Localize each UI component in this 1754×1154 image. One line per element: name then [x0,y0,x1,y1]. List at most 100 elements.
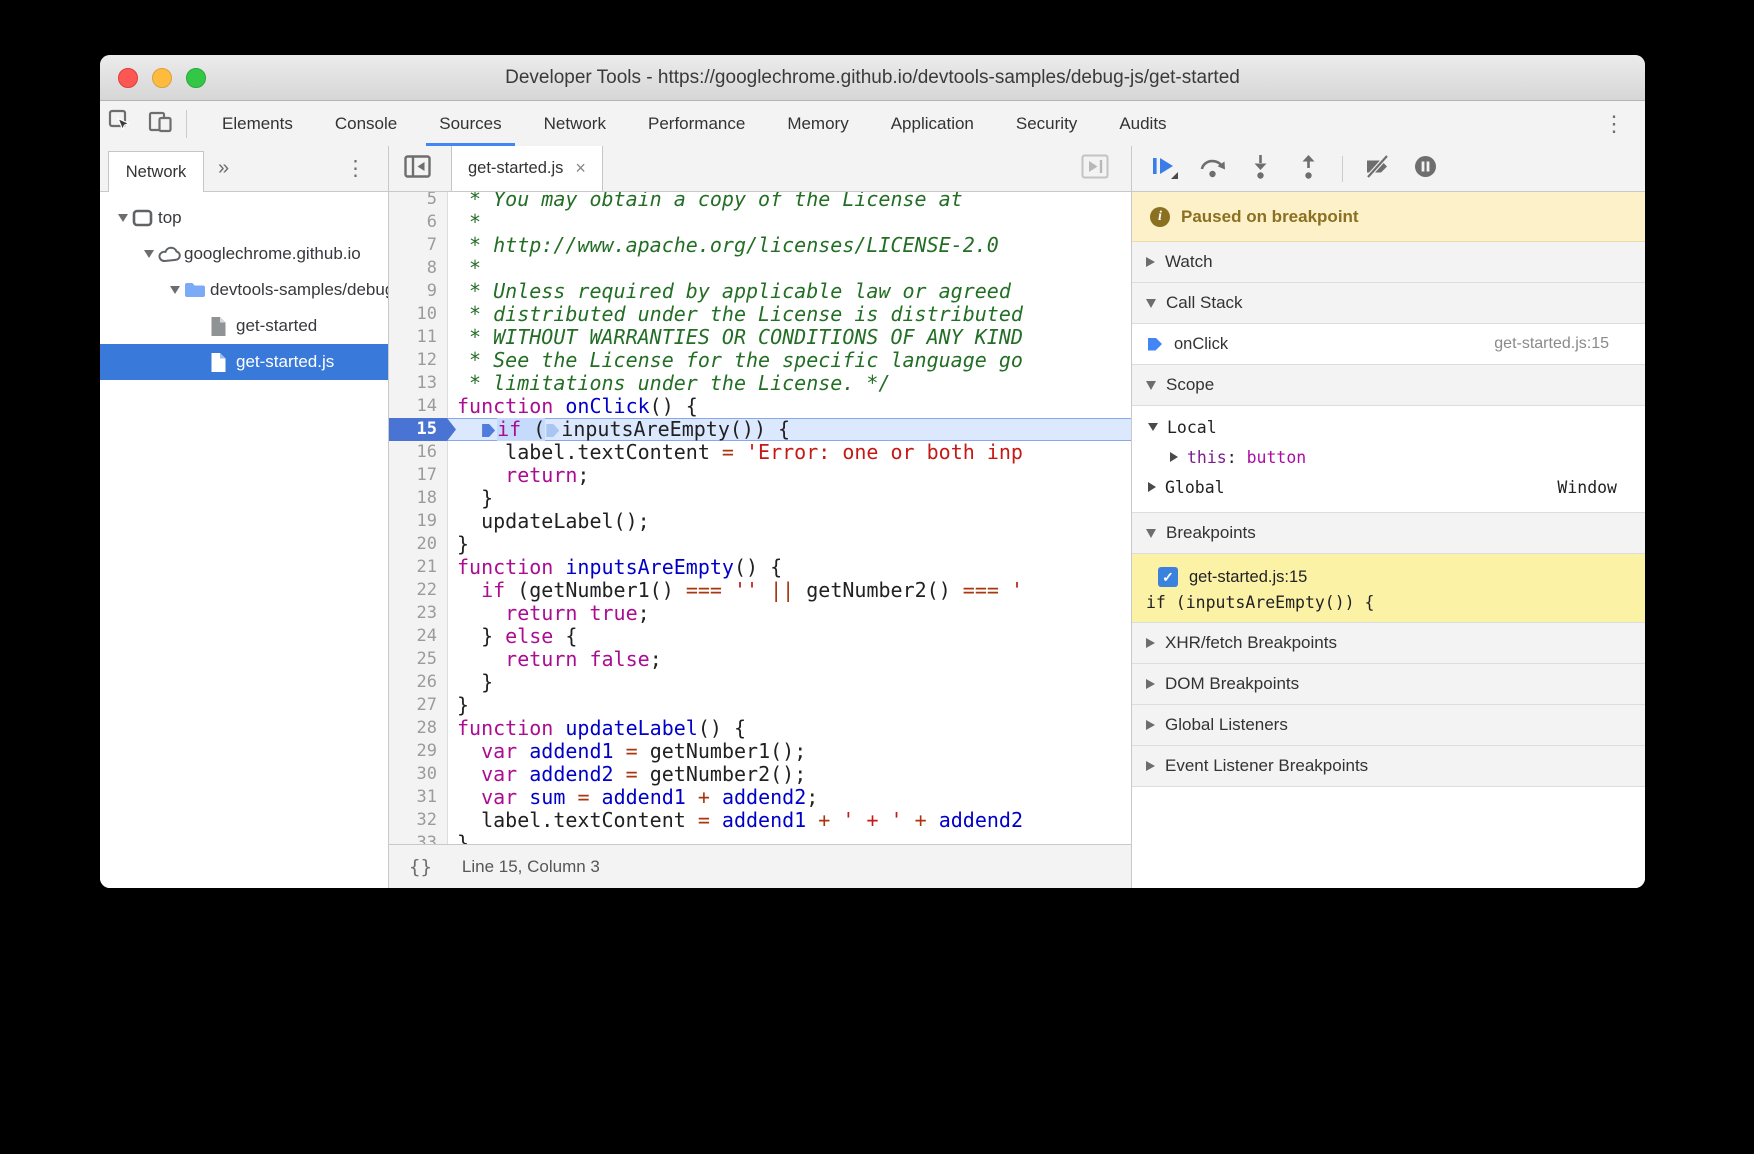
tree-item-get-started[interactable]: get-started [100,308,388,344]
breakpoint-code-snippet: if (inputsAreEmpty()) { [1132,593,1645,612]
line-number[interactable]: 21 [389,556,448,579]
line-number[interactable]: 18 [389,487,448,510]
line-number[interactable]: 28 [389,717,448,740]
call-stack-frame[interactable]: onClick get-started.js:15 [1132,324,1645,365]
step-into-button[interactable] [1246,155,1274,183]
tab-network[interactable]: Network [523,101,627,146]
line-number[interactable]: 16 [389,441,448,464]
cursor-position: Line 15, Column 3 [462,857,600,877]
chevron-down-icon [1146,299,1156,308]
code-line-content: var addend1 = getNumber1(); [448,740,1131,763]
collapse-panel-icon [404,155,431,183]
paused-line-gutter-marker[interactable]: 15 [389,418,456,441]
close-tab-button[interactable]: × [575,158,586,179]
section-header-event-listener-breakpoints[interactable]: Event Listener Breakpoints [1132,746,1645,787]
line-number[interactable]: 29 [389,740,448,763]
line-number[interactable]: 20 [389,533,448,556]
line-number[interactable]: 22 [389,579,448,602]
scope-global-row[interactable]: Global Window [1132,472,1645,502]
line-number[interactable]: 5 [389,192,448,211]
tab-elements[interactable]: Elements [201,101,314,146]
navigator-tab-network[interactable]: Network [108,151,204,192]
more-tabs-button[interactable]: » [218,157,229,180]
tab-memory[interactable]: Memory [766,101,869,146]
section-header-global-listeners[interactable]: Global Listeners [1132,705,1645,746]
line-number[interactable]: 30 [389,763,448,786]
tab-performance[interactable]: Performance [627,101,766,146]
scope-this-row[interactable]: this: button [1132,442,1645,472]
breakpoint-entry[interactable]: ✓ get-started.js:15 if (inputsAreEmpty()… [1132,554,1645,623]
overflow-menu-button[interactable]: ⋮ [1599,111,1629,137]
watch-section-header[interactable]: Watch [1132,242,1645,283]
tab-sources[interactable]: Sources [418,101,522,146]
zoom-window-button[interactable] [186,68,206,88]
tree-item-get-started-js[interactable]: get-started.js [100,344,388,380]
close-window-button[interactable] [118,68,138,88]
line-number[interactable]: 27 [389,694,448,717]
code-line-content: * limitations under the License. */ [448,372,1131,395]
pause-on-exceptions-button[interactable] [1411,155,1439,183]
property-value: button [1247,448,1307,467]
paused-message: Paused on breakpoint [1181,207,1359,227]
tab-security[interactable]: Security [995,101,1098,146]
line-number[interactable]: 17 [389,464,448,487]
navigator-menu-button[interactable]: ⋮ [345,156,366,181]
line-number[interactable]: 19 [389,510,448,533]
frame-icon [132,209,158,227]
line-number[interactable]: 25 [389,648,448,671]
step-over-button[interactable] [1198,155,1226,183]
line-number[interactable]: 8 [389,257,448,280]
line-number[interactable]: 23 [389,602,448,625]
line-number[interactable]: 14 [389,395,448,418]
line-number[interactable]: 10 [389,303,448,326]
tab-audits[interactable]: Audits [1098,101,1187,146]
tab-application[interactable]: Application [870,101,995,146]
tree-item-top[interactable]: top [100,200,388,236]
line-number[interactable]: 24 [389,625,448,648]
expander-down-icon[interactable] [114,214,132,222]
panel-tabs: ElementsConsoleSourcesNetworkPerformance… [201,101,1188,146]
breakpoints-section-header[interactable]: Breakpoints [1132,513,1645,554]
line-number[interactable]: 33 [389,832,448,844]
code-line: 20} [389,533,1131,556]
section-header-xhr-fetch-breakpoints[interactable]: XHR/fetch Breakpoints [1132,623,1645,664]
tab-console[interactable]: Console [314,101,418,146]
open-next-panel-button[interactable] [1081,154,1109,184]
call-stack-section-header[interactable]: Call Stack [1132,283,1645,324]
line-number[interactable]: 6 [389,211,448,234]
code-line: 19 updateLabel(); [389,510,1131,533]
tree-item-devtools-samples-debug-js[interactable]: devtools-samples/debug-js [100,272,388,308]
code-line-content: if (inputsAreEmpty()) { [448,418,1131,441]
line-number[interactable]: 31 [389,786,448,809]
breakpoint-checkbox[interactable]: ✓ [1158,567,1178,587]
minimize-window-button[interactable] [152,68,172,88]
section-header-dom-breakpoints[interactable]: DOM Breakpoints [1132,664,1645,705]
code-line: 29 var addend1 = getNumber1(); [389,740,1131,763]
code-line-content: } [448,533,1131,556]
code-line: 28function updateLabel() { [389,717,1131,740]
chevron-down-icon [1148,423,1158,431]
code-line-content: return; [448,464,1131,487]
line-number[interactable]: 9 [389,280,448,303]
expander-down-icon[interactable] [166,286,184,294]
line-number[interactable]: 26 [389,671,448,694]
collapse-navigator-button[interactable] [397,152,437,186]
editor-tab-get-started-js[interactable]: get-started.js × [451,146,603,191]
line-number[interactable]: 7 [389,234,448,257]
expander-down-icon[interactable] [140,250,158,258]
line-number[interactable]: 11 [389,326,448,349]
code-line: 23 return true; [389,602,1131,625]
scope-local-row[interactable]: Local [1132,412,1645,442]
device-toolbar-button[interactable] [140,107,180,141]
line-number[interactable]: 13 [389,372,448,395]
line-number[interactable]: 32 [389,809,448,832]
step-out-button[interactable] [1294,155,1322,183]
inspect-element-button[interactable] [100,107,140,141]
deactivate-breakpoints-button[interactable] [1363,155,1391,183]
resume-button[interactable] [1150,155,1178,183]
line-number[interactable]: 12 [389,349,448,372]
titlebar: Developer Tools - https://googlechrome.g… [100,55,1645,101]
pretty-print-button[interactable]: {} [409,856,432,878]
scope-section-header[interactable]: Scope [1132,365,1645,406]
tree-item-googlechrome-github-io[interactable]: googlechrome.github.io [100,236,388,272]
